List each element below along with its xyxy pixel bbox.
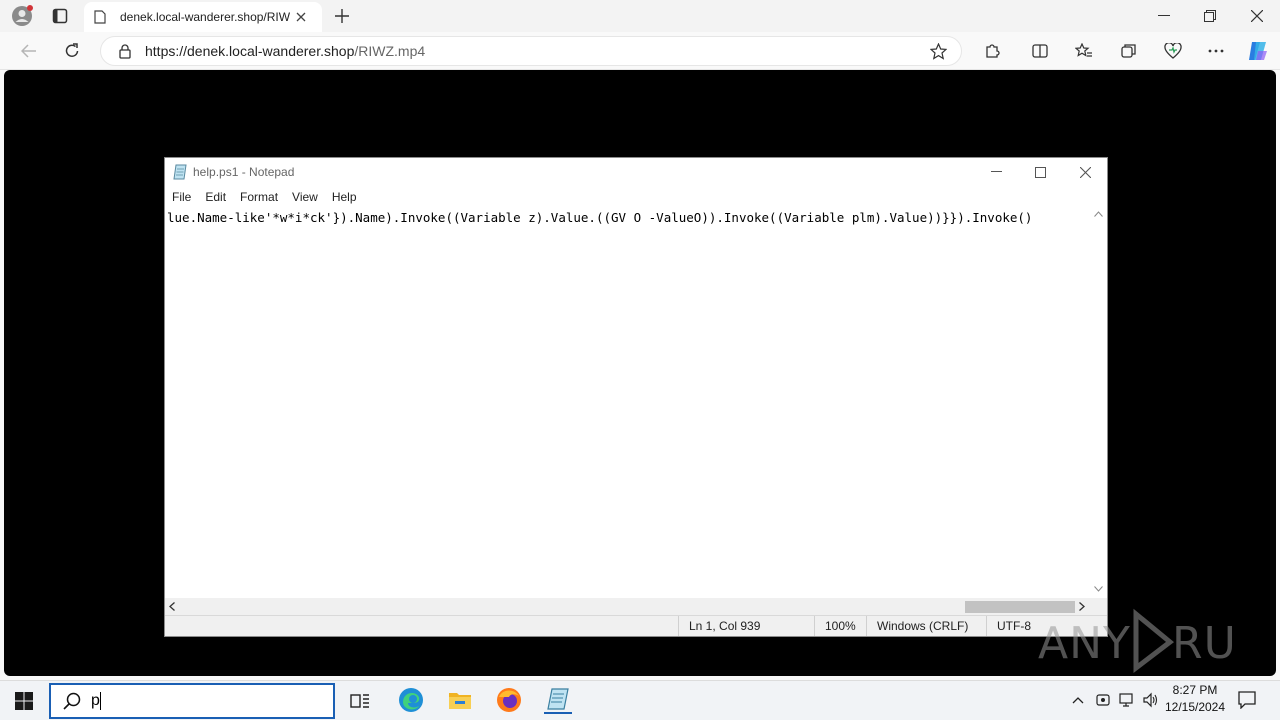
notepad-title: help.ps1 - Notepad [193,165,295,179]
tray-app-icon[interactable] [1094,691,1112,709]
show-hidden-icons-icon[interactable] [1070,692,1086,708]
url-path: /RIWZ.mp4 [354,43,426,59]
tab-actions-icon[interactable] [50,6,70,26]
notifications-icon[interactable] [1237,690,1257,710]
notepad-text-area[interactable]: lue.Name-like'*w*i*ck'}).Name).Invoke((V… [167,208,1091,228]
text-cursor [99,692,101,710]
clock-time: 8:27 PM [1172,683,1218,697]
status-line-ending: Windows (CRLF) [866,616,986,636]
lock-icon[interactable] [119,43,131,59]
clock-date: 12/15/2024 [1164,700,1226,714]
url-domain: https://denek.local-wanderer.shop [145,43,355,59]
split-screen-icon[interactable] [1029,40,1051,62]
menu-file[interactable]: File [165,190,198,204]
notepad-app-icon [173,164,189,180]
minimize-icon[interactable] [1154,6,1174,26]
copilot-icon[interactable] [1245,38,1271,64]
collections-icon[interactable] [1118,40,1140,62]
notepad-title-bar[interactable]: help.ps1 - Notepad [165,158,1107,186]
notepad-maximize-icon[interactable] [1031,163,1049,181]
svg-text:ANY: ANY [1038,618,1131,669]
notepad-window: help.ps1 - Notepad File Edit Format View… [164,157,1108,637]
volume-icon[interactable] [1141,691,1159,709]
restore-icon[interactable] [1200,6,1220,26]
scroll-up-icon[interactable] [1094,211,1103,217]
more-options-icon[interactable] [1205,40,1227,62]
task-view-icon[interactable] [348,689,372,713]
scroll-down-icon[interactable] [1094,586,1103,592]
windows-start-icon[interactable] [12,689,36,713]
browser-tab[interactable]: denek.local-wanderer.shop/RIWZ. [84,2,322,32]
new-tab-icon[interactable] [332,6,352,26]
horizontal-scrollbar[interactable] [165,598,1091,615]
search-input-value: p [91,692,100,709]
anyrun-watermark: ANY RUN [1038,608,1238,674]
notepad-menu-bar: File Edit Format View Help [165,186,1107,208]
favorites-icon[interactable] [1073,40,1095,62]
scroll-left-icon[interactable] [169,602,175,611]
browser-tab-bar: denek.local-wanderer.shop/RIWZ. [0,0,1280,32]
menu-help[interactable]: Help [325,190,364,204]
menu-format[interactable]: Format [233,190,285,204]
address-bar[interactable]: https://denek.local-wanderer.shop/RIWZ.m… [100,36,962,66]
file-explorer-icon[interactable] [446,687,474,713]
svg-text:RUN: RUN [1172,618,1238,669]
menu-view[interactable]: View [285,190,325,204]
network-icon[interactable] [1118,691,1136,709]
taskbar-search-box[interactable]: p [49,683,335,719]
favorite-star-icon[interactable] [930,43,947,60]
notepad-minimize-icon[interactable] [987,163,1005,181]
extensions-icon[interactable] [981,40,1003,62]
search-icon [63,692,81,710]
notepad-close-icon[interactable] [1076,163,1094,181]
firefox-icon[interactable] [495,686,523,714]
back-icon[interactable] [18,40,40,62]
profile-icon[interactable] [10,5,34,27]
status-zoom: 100% [814,616,866,636]
vertical-scrollbar[interactable] [1091,208,1107,598]
menu-edit[interactable]: Edit [198,190,233,204]
browser-essentials-icon[interactable] [1162,40,1184,62]
page-icon [94,10,106,24]
close-window-icon[interactable] [1247,6,1267,26]
tab-title: denek.local-wanderer.shop/RIWZ. [120,10,290,24]
status-position: Ln 1, Col 939 [678,616,814,636]
close-tab-icon[interactable] [296,12,306,22]
refresh-icon[interactable] [61,40,83,62]
notepad-status-bar: Ln 1, Col 939 100% Windows (CRLF) UTF-8 [165,615,1107,636]
taskbar-clock[interactable]: 8:27 PM 12/15/2024 [1158,682,1232,718]
edge-taskbar-icon[interactable] [397,686,425,714]
notepad-taskbar-icon[interactable] [544,686,572,714]
